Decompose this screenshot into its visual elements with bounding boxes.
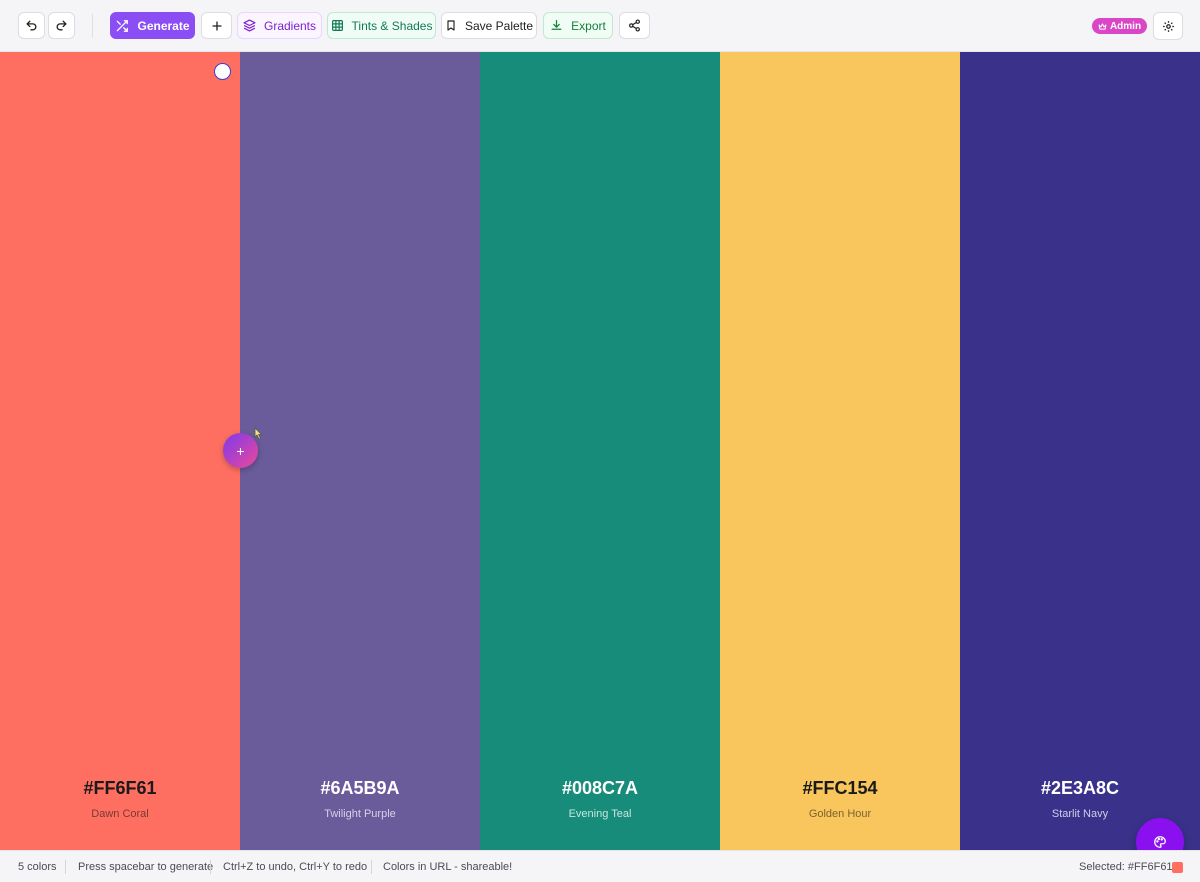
gradients-label: Gradients <box>263 18 317 33</box>
url-share-hint: Colors in URL - shareable! <box>383 861 513 873</box>
admin-label: Admin <box>1109 20 1142 32</box>
palette-area: #FF6F61 Dawn Coral #6A5B9A Twilight Purp… <box>0 52 1200 850</box>
insert-plus-label: + <box>236 442 245 459</box>
toolbar-divider <box>92 14 93 38</box>
layers-icon <box>243 19 256 32</box>
shuffle-icon <box>117 19 129 32</box>
swatch-hex-code[interactable]: #6A5B9A <box>240 778 480 799</box>
tints-shades-label: Tints & Shades <box>351 18 433 33</box>
export-label: Export <box>571 18 606 33</box>
swatch-color-name: Dawn Coral <box>91 808 149 820</box>
move-cursor-icon <box>254 427 262 440</box>
gradients-button[interactable]: Gradients <box>237 12 322 39</box>
tints-shades-button[interactable]: Tints & Shades <box>327 12 436 39</box>
color-swatch-5[interactable]: #2E3A8C Starlit Navy <box>960 52 1200 850</box>
spacebar-hint: Press spacebar to generate <box>78 861 214 873</box>
status-bar: 5 colors Press spacebar to generate Ctrl… <box>0 850 1200 882</box>
undo-icon <box>26 20 37 31</box>
color-swatch-3[interactable]: #008C7A Evening Teal <box>480 52 720 850</box>
plus-icon <box>211 20 222 31</box>
add-color-button[interactable] <box>201 12 232 39</box>
admin-badge[interactable]: Admin <box>1092 18 1147 34</box>
swatch-hex-code[interactable]: #FFC154 <box>720 778 960 799</box>
redo-button[interactable] <box>48 12 75 39</box>
color-count: 5 colors <box>18 861 57 873</box>
status-divider <box>210 860 211 874</box>
share-button[interactable] <box>619 12 650 39</box>
gear-icon <box>1162 20 1174 32</box>
color-swatch-2[interactable]: #6A5B9A Twilight Purple <box>240 52 480 850</box>
settings-button[interactable] <box>1153 12 1183 40</box>
selection-radio-icon[interactable] <box>214 63 231 80</box>
crown-icon <box>1098 22 1107 30</box>
top-toolbar: Generate Gradients Tints & Shades Save P… <box>0 0 1200 52</box>
color-swatch-4[interactable]: #FFC154 Golden Hour <box>720 52 960 850</box>
selected-color-chip <box>1172 862 1183 873</box>
status-divider <box>65 860 66 874</box>
generate-label: Generate <box>137 18 190 33</box>
selected-color-text: Selected: #FF6F61 <box>1079 861 1173 873</box>
generate-button[interactable]: Generate <box>110 12 195 39</box>
export-button[interactable]: Export <box>543 12 613 39</box>
swatch-color-name: Golden Hour <box>808 808 872 820</box>
download-icon <box>551 20 562 30</box>
save-palette-label: Save Palette <box>464 18 534 33</box>
status-divider <box>371 860 372 874</box>
swatch-hex-code[interactable]: #2E3A8C <box>960 778 1200 799</box>
palette-icon <box>1154 836 1166 848</box>
grid-icon <box>331 20 343 31</box>
swatch-hex-code[interactable]: #008C7A <box>480 778 720 799</box>
redo-icon <box>56 20 67 31</box>
undo-redo-hint: Ctrl+Z to undo, Ctrl+Y to redo <box>223 861 368 873</box>
undo-button[interactable] <box>18 12 45 39</box>
swatch-color-name: Evening Teal <box>568 808 632 820</box>
color-swatch-1[interactable]: #FF6F61 Dawn Coral <box>0 52 240 850</box>
bookmark-icon <box>447 20 455 31</box>
share-icon <box>629 19 640 32</box>
swatch-hex-code[interactable]: #FF6F61 <box>0 778 240 799</box>
swatch-color-name: Twilight Purple <box>324 808 396 820</box>
save-palette-button[interactable]: Save Palette <box>441 12 537 39</box>
